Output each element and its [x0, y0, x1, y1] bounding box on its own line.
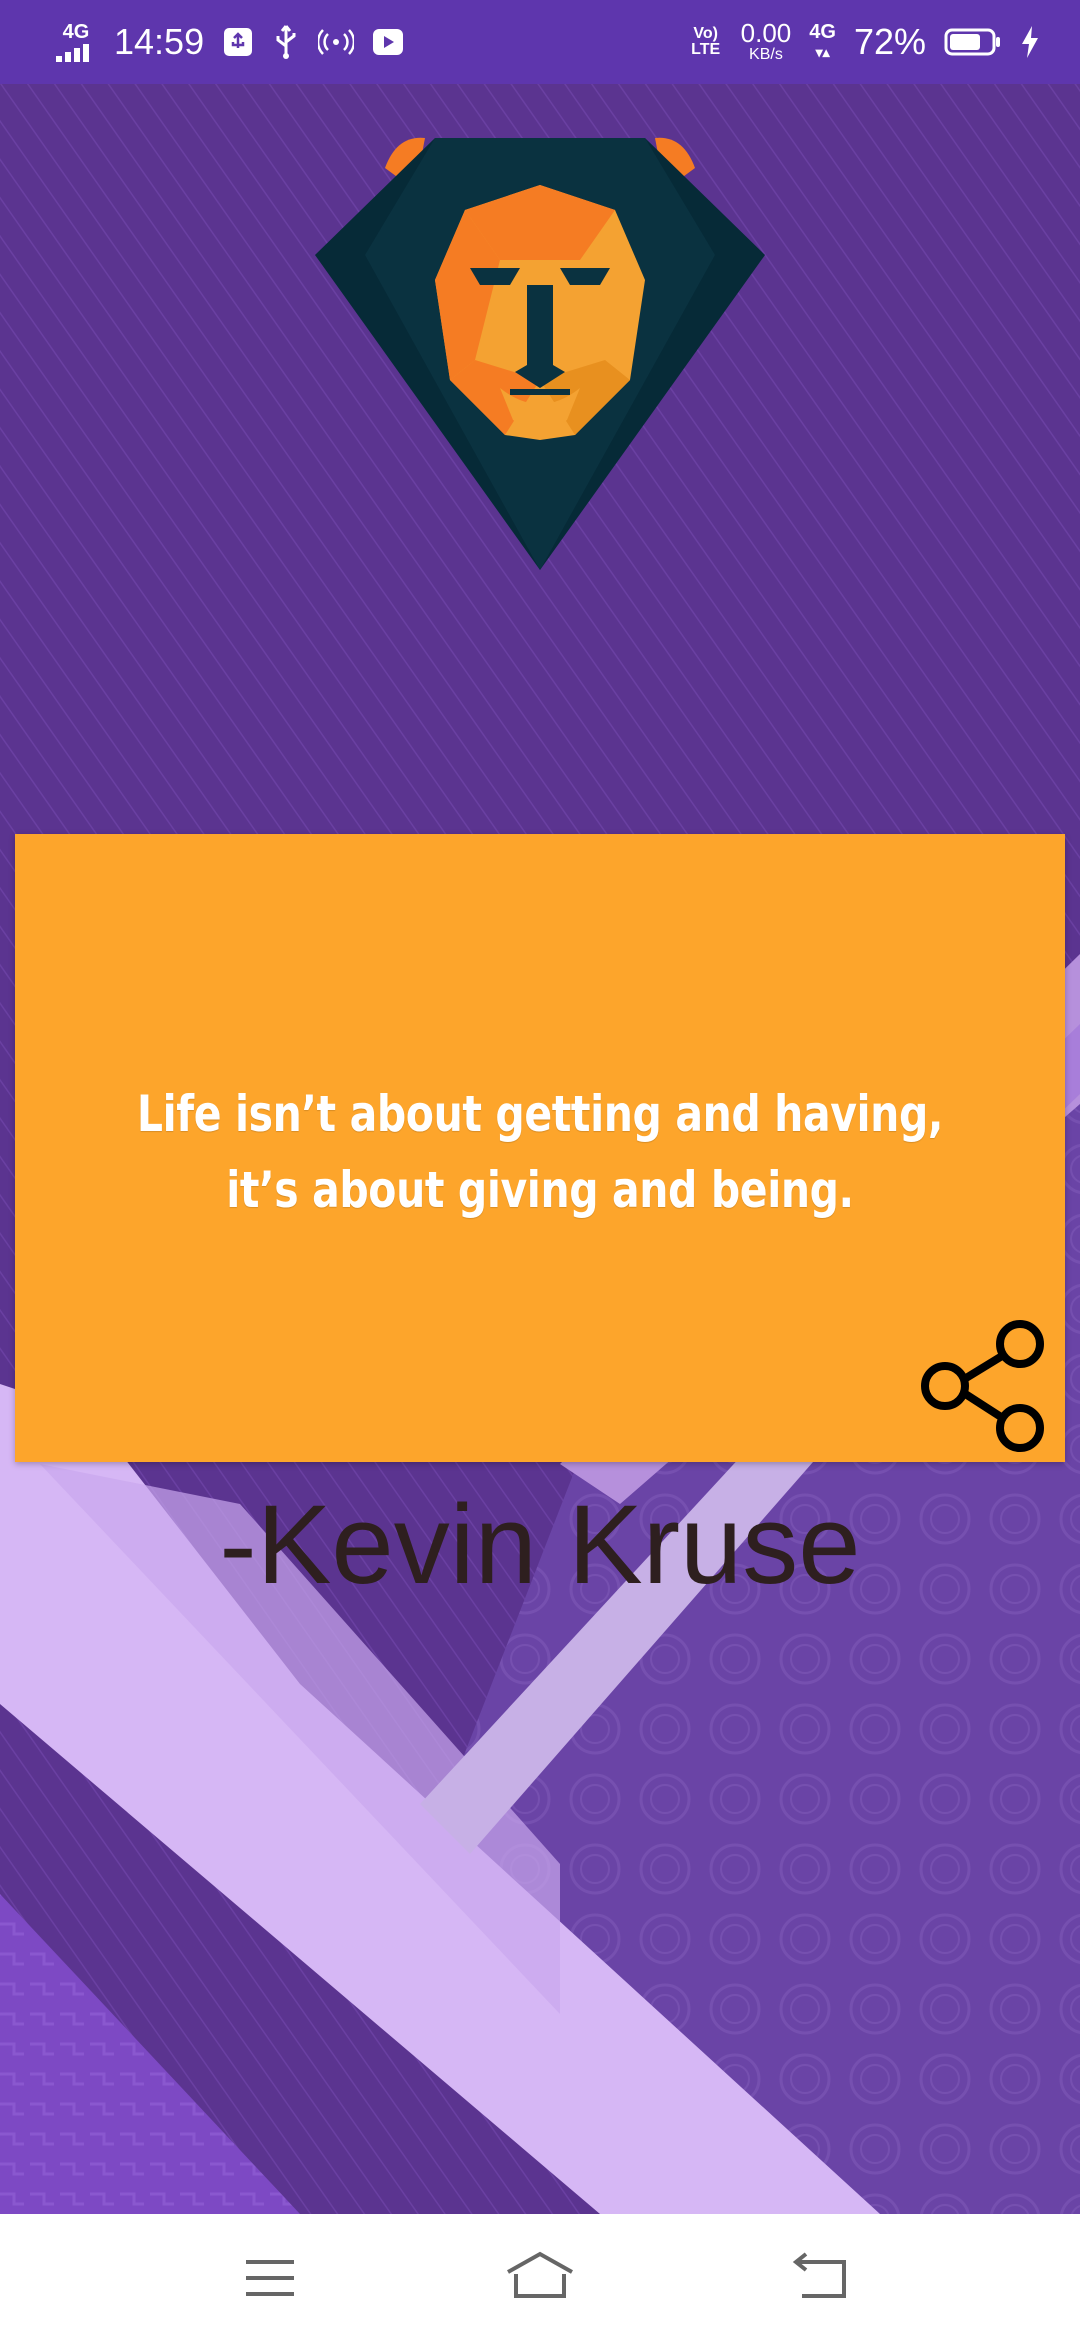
usb-icon: [276, 25, 296, 59]
status-right: Vo) LTE 0.00 KB/s 4G ▾▴ 72%: [689, 18, 1040, 66]
lion-logo: [315, 137, 765, 570]
hotspot-icon: [318, 29, 355, 55]
share-icon[interactable]: [915, 1316, 1055, 1456]
signal-icon: 4G: [56, 22, 96, 62]
network-type-right: 4G: [809, 21, 836, 43]
quote-author: -Kevin Kruse: [219, 1482, 861, 1607]
charging-icon: [1022, 26, 1038, 58]
quote-card: Life isn’t about getting and having, it’…: [15, 834, 1065, 1462]
battery-percent: 72%: [853, 21, 926, 62]
youtube-icon: [373, 29, 404, 55]
back-icon[interactable]: [780, 2242, 860, 2312]
battery-icon: [944, 28, 1000, 56]
quote-text: Life isn’t about getting and having, it’…: [136, 1085, 944, 1219]
usb-debug-icon: [224, 28, 253, 56]
menu-icon[interactable]: [230, 2242, 310, 2312]
speed-unit: KB/s: [749, 46, 783, 63]
network-type-left: 4G: [62, 21, 90, 43]
status-bar: 4G 14:59 Vo) LTE 0.00 KB/s 4G ▾▴ 72%: [0, 0, 1080, 84]
speed-value: 0.00: [740, 18, 792, 48]
navigation-bar: [0, 2214, 1080, 2340]
data-network-icon: 4G ▾▴: [809, 21, 836, 60]
status-left: 4G 14:59: [56, 18, 404, 66]
volte-indicator: Vo) LTE: [691, 25, 721, 58]
clock: 14:59: [114, 21, 205, 62]
network-speed: 0.00 KB/s: [741, 20, 792, 64]
home-icon[interactable]: [500, 2242, 580, 2312]
